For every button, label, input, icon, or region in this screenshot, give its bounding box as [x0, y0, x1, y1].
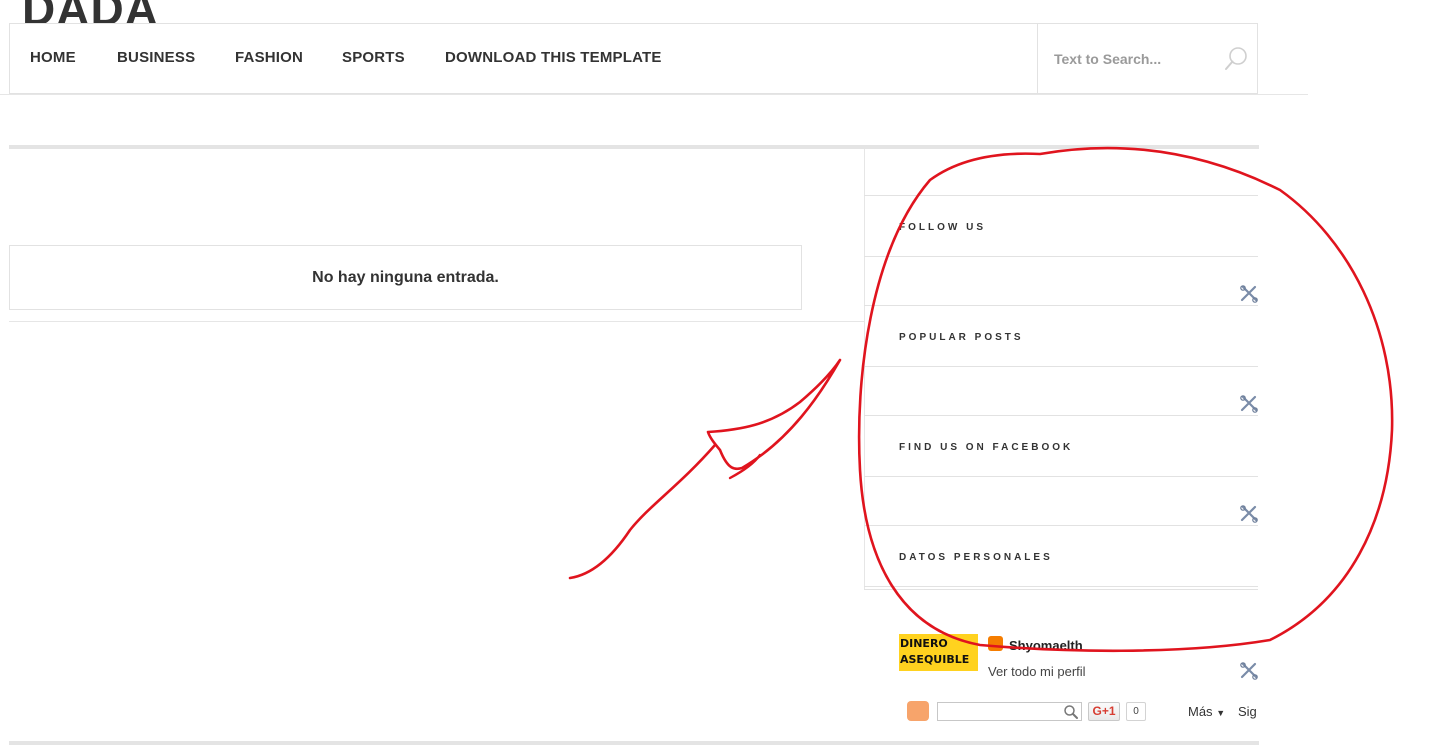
- edit-widget-icon[interactable]: [1240, 662, 1258, 680]
- sign-in-link[interactable]: Sig: [1238, 704, 1259, 719]
- edit-widget-icon[interactable]: [1240, 395, 1258, 413]
- widget-title-datos-personales: DATOS PERSONALES: [899, 552, 1053, 563]
- plus-one-count: 0: [1126, 702, 1146, 721]
- nav-business[interactable]: BUSINESS: [117, 49, 195, 66]
- main-divider: [9, 321, 864, 322]
- widget-title-popular-posts: POPULAR POSTS: [899, 332, 1024, 343]
- sidebar-divider: [864, 256, 1258, 257]
- sidebar-divider: [864, 366, 1258, 367]
- sidebar-divider: [864, 589, 1258, 590]
- search-icon[interactable]: [1223, 46, 1249, 72]
- content-top-rule: [9, 145, 1259, 149]
- nav-home[interactable]: HOME: [30, 49, 76, 66]
- sidebar-divider: [864, 586, 1258, 587]
- blogger-profile-icon: [988, 636, 1003, 651]
- google-plus-one-button[interactable]: G+1: [1088, 702, 1120, 721]
- annotation-overlay: [568, 146, 1394, 653]
- search-input[interactable]: [1054, 50, 1204, 68]
- profile-avatar[interactable]: DINERO ASEQUIBLE: [899, 634, 978, 671]
- sidebar-border: [864, 149, 865, 589]
- blog-search-input[interactable]: [937, 702, 1082, 721]
- annotation-arrow-shaft: [568, 443, 717, 580]
- sidebar-divider: [864, 195, 1258, 196]
- caret-down-icon: ▼: [1216, 708, 1226, 718]
- search-box: [1037, 24, 1258, 93]
- search-icon[interactable]: [1063, 704, 1079, 720]
- edit-widget-icon[interactable]: [1240, 505, 1258, 523]
- edit-widget-icon[interactable]: [1240, 285, 1258, 303]
- view-profile-link[interactable]: Ver todo mi perfil: [988, 664, 1086, 679]
- avatar-text: ASEQUIBLE: [900, 653, 970, 666]
- widget-title-find-us-on-facebook: FIND US ON FACEBOOK: [899, 442, 1074, 453]
- more-menu[interactable]: Más ▼: [1188, 704, 1225, 719]
- annotation-arrow-tail: [728, 453, 762, 480]
- content-bottom-rule: [9, 741, 1259, 745]
- nav-download-template[interactable]: DOWNLOAD THIS TEMPLATE: [445, 49, 662, 66]
- main-navigation: HOME BUSINESS FASHION SPORTS DOWNLOAD TH…: [9, 23, 1258, 94]
- sidebar-divider: [864, 525, 1258, 526]
- blogger-logo-icon[interactable]: [907, 701, 929, 721]
- sidebar-divider: [864, 305, 1258, 306]
- avatar-text: DINERO: [900, 637, 948, 650]
- nav-fashion[interactable]: FASHION: [235, 49, 303, 66]
- sidebar-divider: [864, 415, 1258, 416]
- empty-posts-message: No hay ninguna entrada.: [9, 245, 802, 310]
- annotation-arrow-head: [706, 358, 842, 471]
- widget-title-follow-us: FOLLOW US: [899, 222, 986, 233]
- profile-name[interactable]: Shyomaelth: [1009, 638, 1083, 653]
- nav-sports[interactable]: SPORTS: [342, 49, 405, 66]
- header-divider: [0, 94, 1308, 95]
- sidebar-divider: [864, 476, 1258, 477]
- more-label: Más: [1188, 704, 1213, 719]
